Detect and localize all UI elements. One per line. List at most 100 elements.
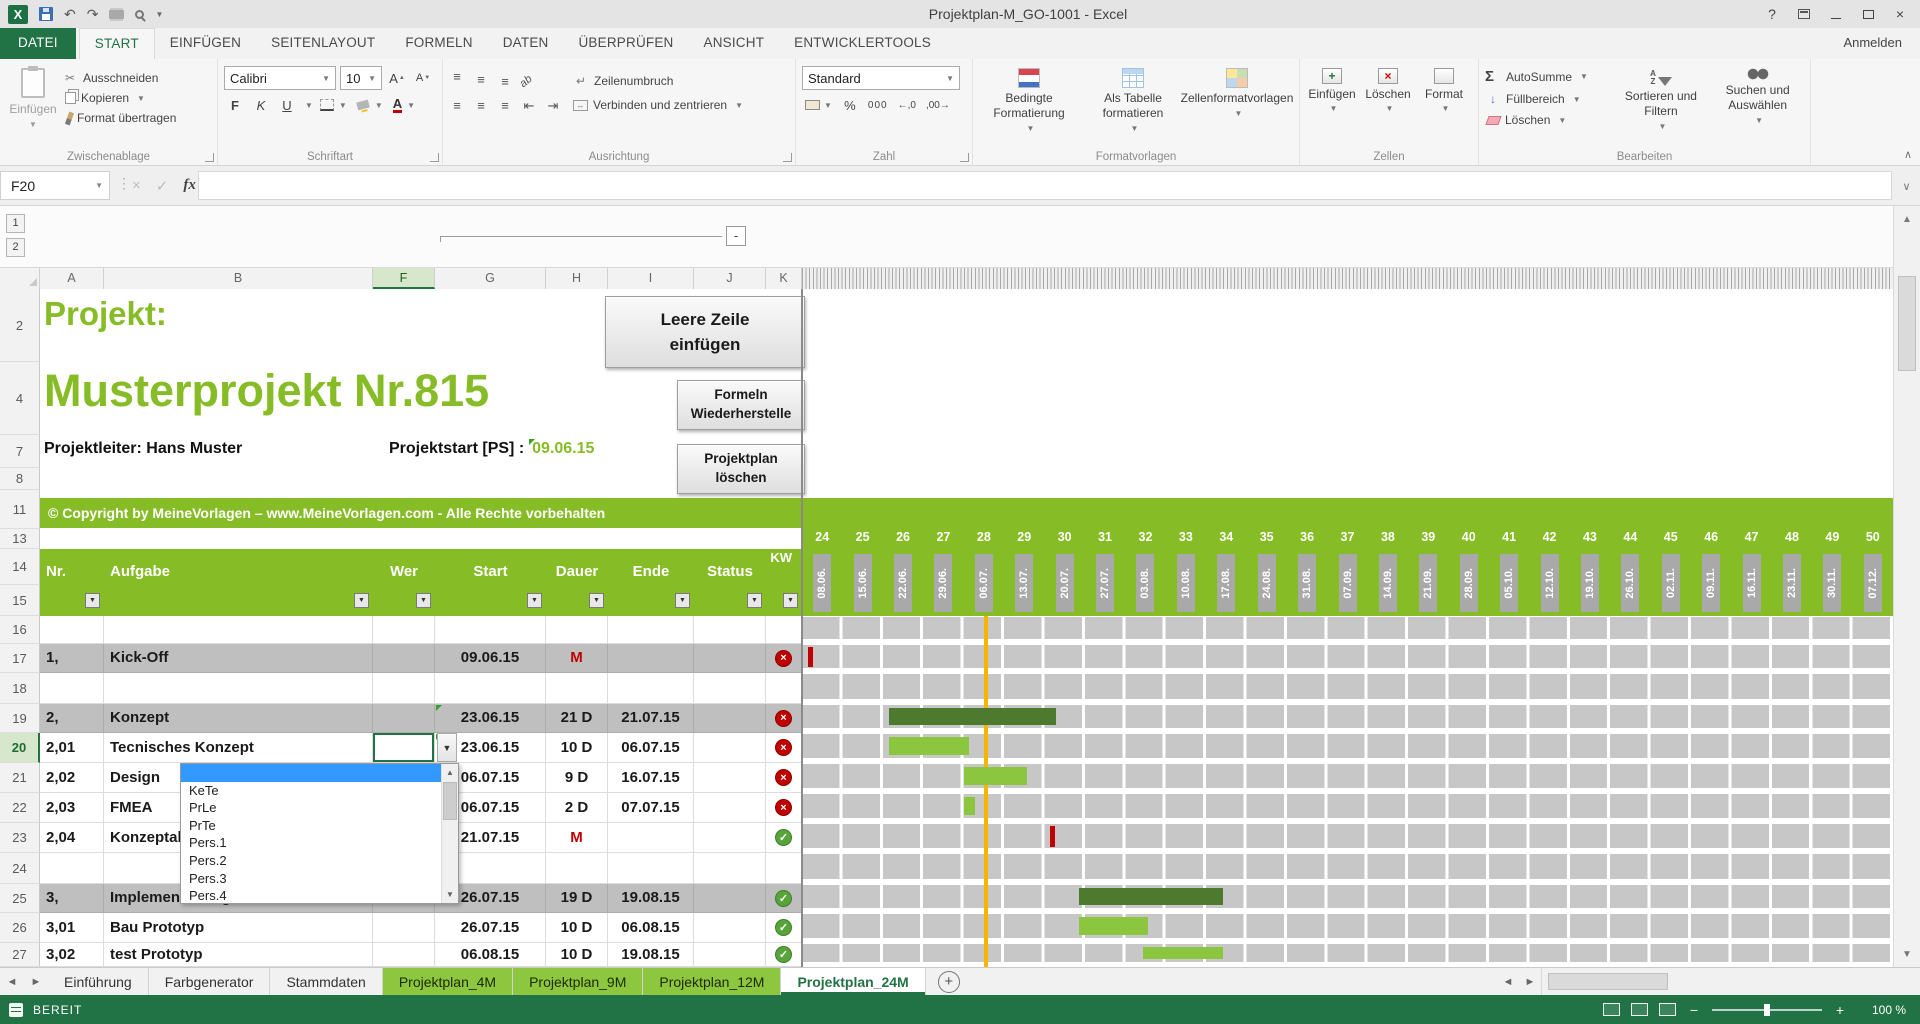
sheet-nav-left-button[interactable]: ◄ — [0, 968, 24, 995]
filter-button-H[interactable]: ▼ — [589, 593, 604, 608]
ribbon-tab-seitenlayout[interactable]: SEITENLAYOUT — [256, 28, 390, 59]
cell-I18[interactable] — [608, 673, 694, 704]
underline-button[interactable]: U — [276, 94, 298, 116]
row-header-11[interactable]: 11 — [0, 490, 40, 529]
cell-I23[interactable] — [608, 823, 694, 853]
italic-button[interactable]: K — [250, 94, 272, 116]
ribbon-tab-start[interactable]: START — [78, 28, 155, 59]
sheet-tab-Projektplan_4M[interactable]: Projektplan_4M — [382, 968, 514, 995]
percent-style-button[interactable]: % — [839, 94, 861, 116]
align-right-button[interactable]: ≡ — [495, 96, 515, 114]
cell-J26[interactable] — [694, 913, 766, 943]
qat-customize-button[interactable]: ▼ — [155, 5, 163, 23]
ribbon-tab-datei[interactable]: DATEI — [0, 28, 76, 59]
sort-filter-button[interactable]: AZ Sortieren und Filtern ▼ — [1613, 61, 1710, 147]
dropdown-item-PrTe[interactable]: PrTe — [181, 817, 441, 835]
cell-J19[interactable] — [694, 704, 766, 733]
accounting-format-button[interactable]: ▼ — [802, 94, 835, 116]
cell-J17[interactable] — [694, 644, 766, 673]
grow-font-button[interactable]: A ▲ — [386, 67, 408, 89]
cell-K26[interactable]: ✓ — [766, 913, 802, 943]
insert-empty-row-button[interactable]: Leere Zeile einfügen — [605, 296, 805, 368]
new-sheet-button[interactable]: + — [937, 971, 960, 993]
dropdown-scroll-down-arrow[interactable]: ▼ — [442, 886, 458, 903]
cell-K21[interactable]: × — [766, 763, 802, 793]
dropdown-item-Pers.4[interactable]: Pers.4 — [181, 887, 441, 903]
dropdown-item-selected-blank[interactable] — [181, 764, 441, 782]
ribbon-tab-entwicklertools[interactable]: ENTWICKLERTOOLS — [779, 28, 946, 59]
cell-H27[interactable]: 10 D — [546, 943, 608, 967]
sheet-tab-Farbgenerator[interactable]: Farbgenerator — [149, 968, 271, 995]
comma-style-button[interactable]: 000 — [865, 94, 891, 116]
wrap-text-button[interactable]: ↵ Zeilenumbruch — [573, 74, 743, 88]
select-all-corner[interactable] — [0, 268, 40, 289]
cell-K19[interactable]: × — [766, 704, 802, 733]
close-button[interactable]: × — [1884, 1, 1916, 28]
insert-function-button[interactable]: fx — [183, 177, 196, 194]
cell-K16[interactable] — [766, 616, 802, 644]
filter-button-G[interactable]: ▼ — [527, 593, 542, 608]
cancel-entry-button[interactable]: × — [132, 177, 141, 194]
underline-dropdown-arrow[interactable]: ▼ — [305, 101, 313, 110]
sheet-tab-Projektplan_9M[interactable]: Projektplan_9M — [513, 968, 644, 995]
sheet-tab-Einführung[interactable]: Einführung — [48, 968, 149, 995]
help-button[interactable]: ? — [1756, 1, 1788, 28]
cut-button[interactable]: ✂ Ausschneiden — [62, 71, 176, 85]
column-header-B[interactable]: B — [104, 268, 373, 289]
bottom-align-button[interactable]: ≡ — [495, 70, 515, 88]
zoom-slider-thumb[interactable] — [1764, 1003, 1770, 1016]
macro-record-icon[interactable] — [9, 1002, 23, 1017]
cell-B20[interactable]: Tecnisches Konzept — [104, 733, 373, 763]
column-header-J[interactable]: J — [694, 268, 766, 289]
fill-color-button[interactable]: ▼ — [354, 94, 386, 116]
sheet-tab-Projektplan_24M[interactable]: Projektplan_24M — [781, 968, 926, 995]
ribbon-tab-daten[interactable]: DATEN — [488, 28, 564, 59]
zoom-slider[interactable] — [1712, 1003, 1822, 1016]
dropdown-item-Pers.1[interactable]: Pers.1 — [181, 834, 441, 852]
column-header-K[interactable]: K — [766, 268, 802, 289]
cell-A27[interactable]: 3,02 — [40, 943, 104, 967]
clear-button[interactable]: Löschen ▼ — [1485, 113, 1607, 127]
cell-G16[interactable] — [435, 616, 546, 644]
cell-A21[interactable]: 2,02 — [40, 763, 104, 793]
save-button[interactable] — [39, 5, 53, 23]
dropdown-scroll-up-arrow[interactable]: ▲ — [442, 764, 458, 781]
scroll-down-arrow[interactable]: ▼ — [1894, 941, 1920, 967]
dropdown-item-Pers.3[interactable]: Pers.3 — [181, 870, 441, 888]
cell-I27[interactable]: 19.08.15 — [608, 943, 694, 967]
cell-J24[interactable] — [694, 853, 766, 884]
cell-K22[interactable]: × — [766, 793, 802, 823]
row-header-13[interactable]: 13 — [0, 529, 40, 549]
confirm-entry-button[interactable]: ✓ — [156, 177, 169, 195]
cell-H25[interactable]: 19 D — [546, 884, 608, 913]
dropdown-scrollbar[interactable]: ▲ ▼ — [441, 764, 458, 903]
cell-A24[interactable] — [40, 853, 104, 884]
find-select-button[interactable]: Suchen und Auswählen ▼ — [1709, 61, 1806, 147]
filter-button-K[interactable]: ▼ — [783, 593, 798, 608]
fill-button[interactable]: ↓ Füllbereich ▼ — [1485, 92, 1607, 106]
who-cell-dropdown-button[interactable]: ▼ — [437, 733, 457, 762]
restore-button[interactable] — [1852, 1, 1884, 28]
cell-J22[interactable] — [694, 793, 766, 823]
font-family-select[interactable]: Calibri ▼ — [224, 66, 336, 90]
ribbon-tab-ansicht[interactable]: ANSICHT — [689, 28, 780, 59]
dropdown-item-PrLe[interactable]: PrLe — [181, 799, 441, 817]
font-dialog-launcher[interactable] — [430, 153, 439, 162]
horizontal-scrollbar-thumb[interactable] — [1548, 973, 1668, 990]
row-header-7[interactable]: 7 — [0, 435, 40, 468]
cell-A18[interactable] — [40, 673, 104, 704]
print-preview-button[interactable] — [135, 5, 145, 23]
vertical-scrollbar[interactable]: ▲ ▼ — [1893, 206, 1920, 967]
filter-button-I[interactable]: ▼ — [675, 593, 690, 608]
cell-H24[interactable] — [546, 853, 608, 884]
undo-button[interactable]: ↶ — [64, 5, 76, 23]
copy-button[interactable]: Kopieren ▼ — [62, 91, 176, 105]
row-header-8[interactable]: 8 — [0, 468, 40, 490]
horizontal-scrollbar[interactable] — [1541, 968, 1893, 995]
filter-button-J[interactable]: ▼ — [747, 593, 762, 608]
cell-A16[interactable] — [40, 616, 104, 644]
cell-F19[interactable] — [373, 704, 435, 733]
format-cells-button[interactable]: Format ▼ — [1416, 63, 1472, 149]
column-header-A[interactable]: A — [40, 268, 104, 289]
cell-G19[interactable]: 23.06.15 — [435, 704, 546, 733]
